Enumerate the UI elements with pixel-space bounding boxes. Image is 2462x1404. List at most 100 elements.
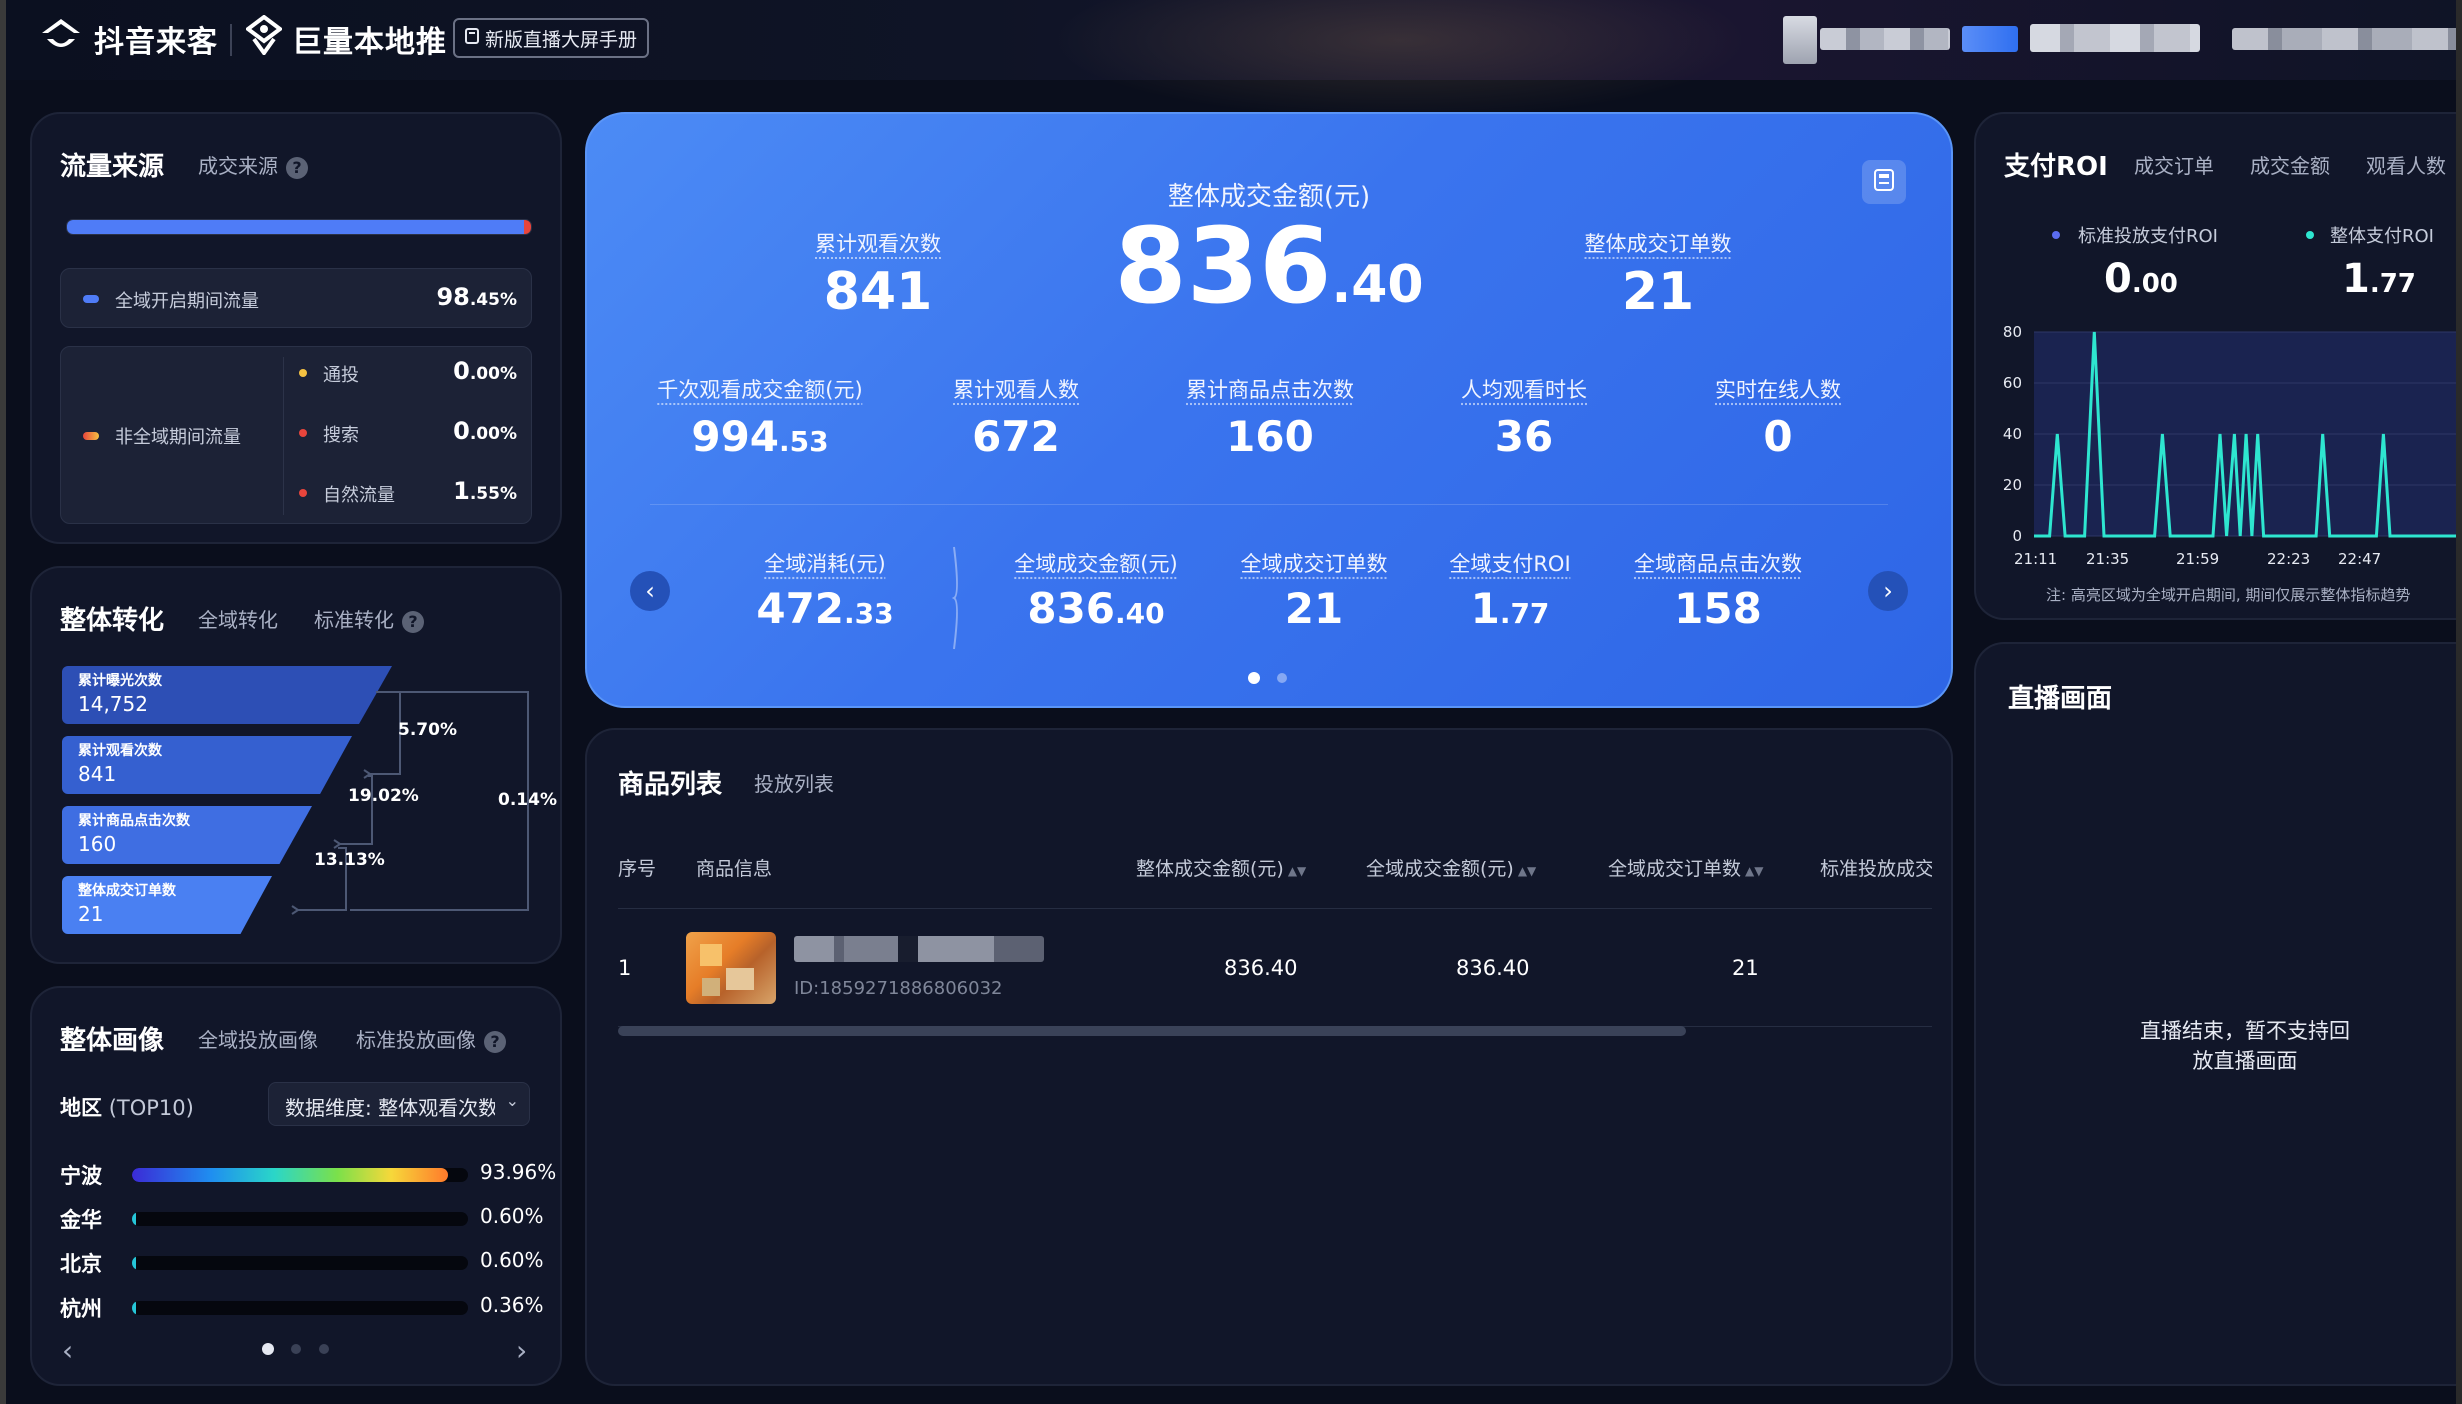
hero-row3-metric-value: 472.33: [756, 584, 893, 633]
tab-deal-orders[interactable]: 成交订单: [2134, 150, 2214, 179]
tab-standard-conversion[interactable]: 标准转化?: [314, 604, 424, 633]
hero-row3-metric-value: 158: [1674, 584, 1762, 633]
product-title: 商品列表: [618, 770, 723, 800]
tab-standard-portrait-label: 标准投放画像: [356, 1028, 476, 1052]
table-horizontal-scrollbar[interactable]: [618, 1026, 1686, 1036]
col-total-amount[interactable]: 整体成交金额(元) ▲▼: [1136, 854, 1306, 881]
tab-deal-amount[interactable]: 成交金额: [2250, 150, 2330, 179]
hero-row2-metric-value-dec: .53: [779, 425, 829, 458]
portrait-prev-button[interactable]: ‹: [62, 1334, 73, 1367]
account-info-blur: [2030, 24, 2200, 52]
portrait-title: 整体画像: [60, 1026, 165, 1056]
tab-deal-source[interactable]: 成交来源?: [198, 150, 308, 179]
traffic-bar-non-full: [523, 220, 531, 234]
thumb-pixel: [700, 944, 722, 966]
natural-label: 自然流量: [323, 485, 395, 506]
legend-overall-value-int: 1: [2342, 256, 2370, 302]
legend-standard-dot: [2052, 231, 2060, 239]
non-full-divider: [283, 357, 284, 515]
dimension-select[interactable]: 数据维度: 整体观看次数 ⌄: [268, 1082, 530, 1126]
calculator-icon: [1874, 169, 1894, 195]
product-thumbnail[interactable]: [686, 932, 776, 1004]
rate-overall: 0.14%: [498, 790, 557, 810]
hero-row2-metric-value: 994.53: [691, 412, 828, 461]
manual-button[interactable]: 新版直播大屏手册: [453, 18, 649, 58]
region-name: 宁波: [60, 1164, 102, 1188]
roi-line-chart[interactable]: 0 20 40 60 80 21:11 21:35 21:59 22:23 22:47: [1990, 318, 2462, 578]
brand-juliang-label: 巨量本地推: [292, 25, 447, 60]
hero-divider: [650, 504, 1888, 505]
hero-page-dot-active[interactable]: [1248, 672, 1260, 684]
region-pct: 0.36%: [480, 1293, 544, 1317]
help-icon[interactable]: ?: [484, 1030, 506, 1053]
region-sub: (TOP10): [108, 1096, 194, 1120]
hero-row3-metric-value-dec: .40: [1115, 597, 1165, 630]
col-full-orders[interactable]: 全域成交订单数 ▲▼: [1608, 854, 1763, 881]
col-full-amount-label: 全域成交金额(元): [1366, 858, 1514, 880]
rate-exposure-to-view: 5.70%: [398, 720, 457, 740]
legend-overall-dot: [2306, 231, 2314, 239]
funnel-value: 21: [78, 902, 104, 926]
sort-icon: ▲▼: [1745, 864, 1764, 878]
sort-icon: ▲▼: [1517, 864, 1537, 878]
tab-standard-portrait[interactable]: 标准投放画像?: [356, 1024, 506, 1053]
roi-y-tick: 40: [2003, 425, 2022, 443]
fullscreen-button[interactable]: [1862, 160, 1906, 204]
col-full-amount[interactable]: 全域成交金额(元) ▲▼: [1366, 854, 1536, 881]
hero-left-label: 累计观看次数: [815, 232, 941, 256]
account-tag-blur: [1962, 26, 2018, 52]
hero-row3-metric-value-int: 836: [1027, 584, 1116, 633]
region-bar-track: [132, 1256, 468, 1270]
portrait-next-button[interactable]: ›: [516, 1334, 527, 1367]
table-row[interactable]: 1 ID:1859271886806032 836.40 836.40 21: [600, 916, 1940, 1026]
roi-x-tick: 21:35: [2086, 550, 2129, 568]
table-header-divider: [618, 908, 1932, 909]
hero-main-value: 836.40: [1114, 206, 1423, 345]
tongtou-value: 0.00%: [453, 357, 517, 385]
col-index: 序号: [618, 858, 657, 880]
region-row: 宁波 93.96%: [60, 1160, 560, 1190]
brand-douyin[interactable]: 抖音来客: [38, 14, 218, 64]
legend-standard-value-dec: .00: [2131, 269, 2178, 299]
account-avatar[interactable]: [1783, 16, 1817, 64]
hero-row2-metric-value: 672: [972, 412, 1060, 461]
live-title: 直播画面: [2008, 684, 2113, 714]
help-icon[interactable]: ?: [402, 610, 424, 633]
portrait-page-dot[interactable]: [319, 1344, 329, 1354]
tab-full-portrait[interactable]: 全域投放画像: [198, 1024, 318, 1053]
hero-left-value: 841: [823, 262, 933, 322]
hero-right-value: 21: [1621, 262, 1695, 322]
tab-ad-list[interactable]: 投放列表: [754, 768, 834, 797]
roi-x-tick: 21:59: [2176, 550, 2219, 568]
product-id: ID:1859271886806032: [794, 978, 1003, 999]
hero-row2-metric-value-int: 36: [1494, 412, 1554, 461]
search-value: 0.00%: [453, 417, 517, 445]
region-row: 北京 0.60%: [60, 1248, 560, 1278]
tab-viewers[interactable]: 观看人数: [2366, 150, 2446, 179]
non-full-card: 非全域期间流量 通投 0.00% 搜索 0.00% 自然流量 1.55%: [60, 346, 532, 524]
hero-row3-metric-value-int: 158: [1674, 584, 1762, 633]
search-dot: [299, 429, 307, 437]
hero-row3-metric-value: 21: [1285, 584, 1343, 633]
region-bar-track: [132, 1212, 468, 1226]
hero-next-button[interactable]: ›: [1868, 571, 1908, 611]
portrait-page-dot-active[interactable]: [262, 1343, 274, 1355]
hero-row3-metric-value: 1.77: [1471, 584, 1550, 633]
tab-full-conversion[interactable]: 全域转化: [198, 604, 278, 633]
hero-row2-metric-value-int: 672: [972, 412, 1060, 461]
help-icon[interactable]: ?: [286, 156, 308, 179]
region-bar-fill: [132, 1212, 136, 1226]
roi-x-tick: 22:23: [2267, 550, 2310, 568]
portrait-page-dot[interactable]: [291, 1344, 301, 1354]
hero-main-value-dec: .40: [1331, 255, 1424, 315]
legend-overall-label: 整体支付ROI: [2330, 226, 2434, 247]
hero-row2-metric-value: 160: [1226, 412, 1314, 461]
hero-page-dot[interactable]: [1277, 673, 1287, 683]
hero-row3-metric-label: 全域商品点击次数: [1634, 552, 1802, 576]
traffic-split-bar: [66, 219, 532, 235]
full-domain-legend-icon: [83, 295, 99, 303]
search-label: 搜索: [323, 425, 359, 446]
brand-juliang[interactable]: 巨量本地推: [244, 14, 447, 64]
hero-prev-button[interactable]: ‹: [630, 571, 670, 611]
region-bar-fill: [132, 1301, 136, 1315]
